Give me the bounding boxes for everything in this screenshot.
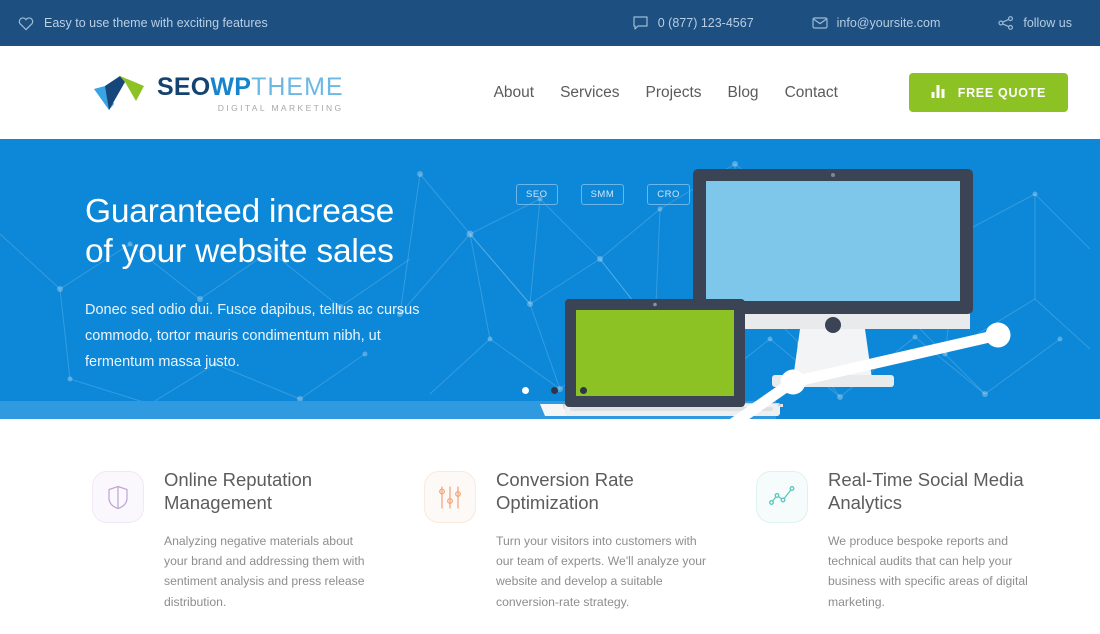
logo-part-wp: WP (210, 72, 252, 101)
feature-description: We produce bespoke reports and technical… (828, 534, 1028, 609)
slider-dot-2[interactable] (551, 387, 558, 394)
slider-dot-3[interactable] (580, 387, 587, 394)
badge-seo: SEO (516, 184, 558, 205)
free-quote-button[interactable]: FREE QUOTE (908, 73, 1068, 112)
free-quote-label: FREE QUOTE (957, 85, 1046, 100)
nav-item-blog[interactable]: Blog (728, 84, 759, 102)
phone-item[interactable]: 0 (877) 123-4567 (633, 15, 754, 31)
tagline-text: Easy to use theme with exciting features (44, 16, 268, 30)
envelope-icon (812, 15, 828, 31)
hero-title-line-1: Guaranteed increase (85, 193, 395, 230)
feature-online-reputation-management: Online Reputation Management Analyzing n… (92, 467, 376, 612)
bar-chart-icon (931, 84, 946, 101)
top-bar: Easy to use theme with exciting features… (0, 0, 1100, 46)
nav-item-contact[interactable]: Contact (785, 84, 838, 102)
social-item[interactable]: follow us (998, 15, 1072, 31)
feature-real-time-social-media-analytics: Real-Time Social Media Analytics We prod… (756, 467, 1040, 612)
nav-item-projects[interactable]: Projects (646, 84, 702, 102)
phone-text: 0 (877) 123-4567 (657, 16, 754, 30)
slider-dot-1[interactable] (522, 387, 529, 394)
heart-icon (18, 15, 34, 31)
feature-title: Conversion Rate Optimization (496, 469, 634, 513)
top-bar-contacts: 0 (877) 123-4567 info@yoursite.com follo… (633, 15, 1072, 31)
logo[interactable]: SEOWPTHEME DIGITAL MARKETING (92, 73, 344, 113)
site-header: SEOWPTHEME DIGITAL MARKETING About Servi… (0, 46, 1100, 139)
chart-node (780, 369, 806, 395)
nav-item-about[interactable]: About (494, 84, 535, 102)
feature-title: Real-Time Social Media Analytics (828, 469, 1024, 513)
feature-description: Analyzing negative materials about your … (164, 534, 365, 609)
feature-description: Turn your visitors into customers with o… (496, 534, 707, 609)
badge-smm: SMM (580, 184, 625, 205)
feature-conversion-rate-optimization: Conversion Rate Optimization Turn your v… (424, 467, 708, 612)
hero-slider: Guaranteed increase of your website sale… (0, 139, 1100, 419)
line-chart-icon (756, 471, 808, 523)
email-item[interactable]: info@yoursite.com (812, 15, 941, 31)
shield-icon (92, 471, 144, 523)
slider-dots (522, 387, 587, 394)
chat-bubble-icon (633, 15, 649, 31)
main-navigation: About Services Projects Blog Contact (494, 84, 838, 102)
social-text: follow us (1023, 16, 1072, 30)
hero-title: Guaranteed increase of your website sale… (85, 192, 445, 272)
email-text: info@yoursite.com (836, 16, 941, 30)
hero-copy: Guaranteed increase of your website sale… (85, 192, 445, 376)
top-bar-tagline: Easy to use theme with exciting features (18, 15, 268, 31)
logo-part-theme: THEME (251, 72, 344, 101)
feature-title: Online Reputation Management (164, 469, 313, 513)
features-section: Online Reputation Management Analyzing n… (0, 419, 1100, 612)
logo-subtitle: DIGITAL MARKETING (217, 102, 344, 113)
hero-subtitle: Donec sed odio dui. Fusce dapibus, tellu… (85, 301, 420, 370)
sliders-icon (424, 471, 476, 523)
share-nodes-icon (998, 15, 1014, 31)
logo-part-seo: SEO (157, 72, 211, 101)
hero-title-line-2: of your website sales (85, 232, 394, 270)
chart-node (985, 322, 1011, 348)
hero-badges: SEO SMM CRO (516, 184, 690, 205)
badge-cro: CRO (647, 184, 690, 205)
nav-item-services[interactable]: Services (560, 84, 619, 102)
logo-text: SEOWPTHEME DIGITAL MARKETING (157, 73, 344, 113)
checkmark-arrow-logo-icon (92, 73, 148, 113)
